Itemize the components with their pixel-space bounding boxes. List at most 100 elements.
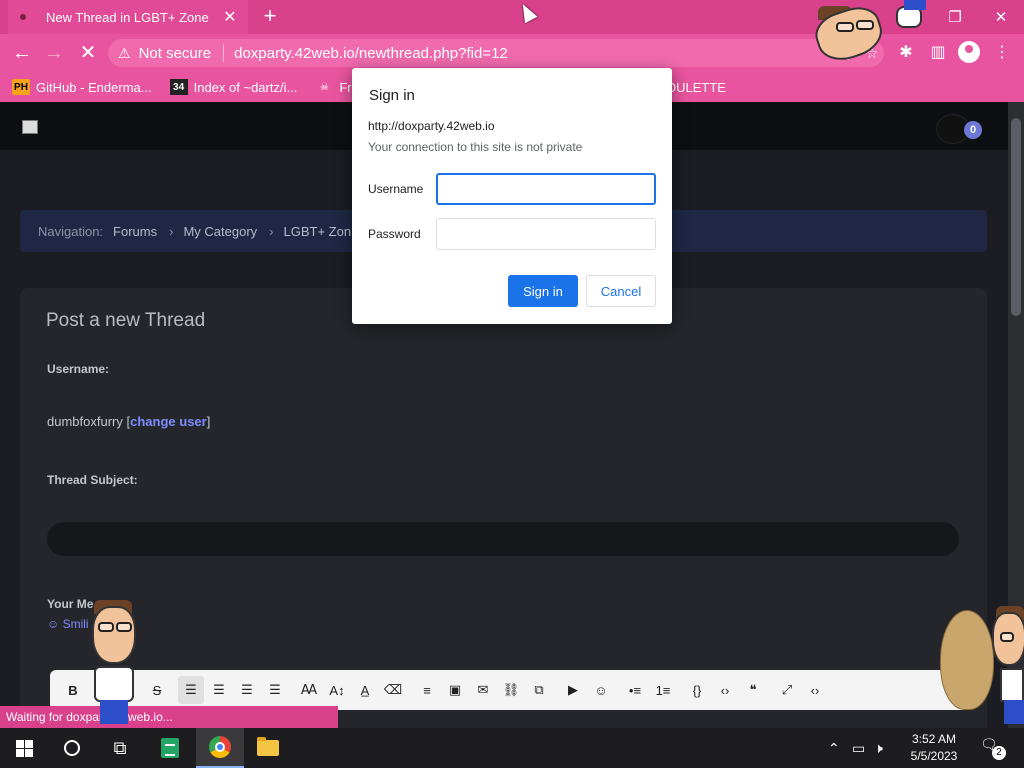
dialog-title: Sign in xyxy=(369,87,415,104)
font-icon[interactable]: Ꜳ xyxy=(296,676,322,704)
php-code-icon[interactable]: ‹› xyxy=(712,676,738,704)
numbered-list-icon[interactable]: 1≡ xyxy=(650,676,676,704)
hamster-and-man-sticker-right xyxy=(930,602,1024,728)
status-bar: Waiting for doxparty.42web.io... xyxy=(0,706,338,728)
bookmark-favicon: PH xyxy=(12,79,30,95)
folder-icon xyxy=(257,737,279,756)
chrome-taskbar-button[interactable] xyxy=(196,728,244,768)
smilies-label[interactable]: Smili xyxy=(63,617,89,631)
username-value: dumbfoxfurry xyxy=(47,414,123,429)
editor-toolbar: B I U S ☰ ☰ ☰ ☰ Ꜳ A↕ A̲ ⌫ ≡ ▣ ✉ ⛓ ⧉ ▶ ☺ … xyxy=(50,670,972,710)
address-bar[interactable]: ⚠ Not secure doxparty.42web.io/newthread… xyxy=(108,39,884,67)
image-icon[interactable]: ▣ xyxy=(442,676,468,704)
password-field-label: Password xyxy=(368,227,421,241)
broken-logo-image[interactable] xyxy=(22,120,38,134)
code-icon[interactable]: {} xyxy=(684,676,710,704)
scrollbar-thumb[interactable] xyxy=(1011,118,1021,316)
cartoon-man-sticker-top xyxy=(808,0,934,68)
change-user-link[interactable]: change user xyxy=(130,414,207,429)
sheets-taskbar-button[interactable] xyxy=(146,728,194,768)
file-explorer-taskbar-button[interactable] xyxy=(244,728,292,768)
clock-date: 5/5/2023 xyxy=(910,749,958,763)
new-tab-button[interactable]: + xyxy=(258,4,282,28)
font-size-icon[interactable]: A↕ xyxy=(324,676,350,704)
chevron-right-icon: › xyxy=(269,223,274,239)
volume-muted-icon[interactable]: 🕨 xyxy=(874,728,883,768)
chrome-icon xyxy=(209,736,231,758)
not-secure-label[interactable]: Not secure xyxy=(139,45,212,62)
bold-button[interactable]: B xyxy=(60,676,86,704)
tab-close-icon[interactable]: ✕ xyxy=(218,7,242,27)
system-clock[interactable]: 3:52 AM 5/5/2023 xyxy=(896,731,972,765)
justify-icon[interactable]: ☰ xyxy=(262,676,288,704)
align-left-icon[interactable]: ☰ xyxy=(178,676,204,704)
maximize-icon[interactable]: ⤢ xyxy=(774,676,800,704)
source-mode-icon[interactable]: ‹› xyxy=(802,676,828,704)
tab-title: New Thread in LGBT+ Zone xyxy=(46,9,209,25)
username-field[interactable] xyxy=(436,173,656,205)
emoji-icon[interactable]: ☺ xyxy=(588,676,614,704)
chevron-right-icon: › xyxy=(169,223,174,239)
sign-in-dialog: Sign in http://doxparty.42web.io Your co… xyxy=(352,68,672,324)
network-icon[interactable]: ▭ xyxy=(852,728,865,768)
browser-tab-active[interactable]: New Thread in LGBT+ Zone ✕ xyxy=(8,0,248,34)
bookmark-item[interactable]: 34 Index of ~dartz/i... xyxy=(169,79,297,95)
task-view-icon: ⧉ xyxy=(113,737,127,758)
loading-favicon xyxy=(20,14,26,20)
url-text[interactable]: doxparty.42web.io/newthread.php?fid=12 xyxy=(234,45,836,62)
show-hidden-icons-icon[interactable]: ⌃ xyxy=(828,728,840,768)
cortana-icon xyxy=(64,740,80,756)
email-icon[interactable]: ✉ xyxy=(470,676,496,704)
clock-time: 3:52 AM xyxy=(911,732,957,746)
cortana-search-button[interactable] xyxy=(48,728,96,768)
cartoon-man-sticker-left xyxy=(88,600,144,728)
forward-icon[interactable]: → xyxy=(40,40,68,66)
bookmark-label: GitHub - Enderma... xyxy=(36,79,152,95)
stop-loading-icon[interactable]: ✕ xyxy=(74,40,102,66)
breadcrumb-forum[interactable]: LGBT+ Zon xyxy=(284,224,352,239)
breadcrumb-forums[interactable]: Forums xyxy=(113,224,157,239)
new-thread-panel: Post a new Thread Username: dumbfoxfurry… xyxy=(20,288,987,728)
breadcrumb-category[interactable]: My Category xyxy=(183,224,257,239)
bookmark-label: OULETTE xyxy=(666,79,726,95)
video-icon[interactable]: ▶ xyxy=(560,676,586,704)
eraser-icon[interactable]: ⌫ xyxy=(380,676,406,704)
dialog-origin: http://doxparty.42web.io xyxy=(368,119,495,133)
bulleted-list-icon[interactable]: •≡ xyxy=(622,676,648,704)
align-right-icon[interactable]: ☰ xyxy=(234,676,260,704)
thread-subject-input[interactable] xyxy=(47,522,959,556)
message-label: Your Me xyxy=(47,597,94,611)
align-center-icon[interactable]: ☰ xyxy=(206,676,232,704)
restore-window-icon[interactable]: ❐ xyxy=(932,0,978,34)
font-color-icon[interactable]: A̲ xyxy=(352,676,378,704)
sign-in-button[interactable]: Sign in xyxy=(508,275,578,307)
horizontal-rule-icon[interactable]: ≡ xyxy=(414,676,440,704)
password-field[interactable] xyxy=(436,218,656,250)
close-window-icon[interactable]: ✕ xyxy=(978,0,1024,34)
notification-count-badge[interactable]: 0 xyxy=(964,121,982,139)
dialog-warning: Your connection to this site is not priv… xyxy=(368,140,583,154)
current-user: dumbfoxfurry [change user] xyxy=(47,414,210,429)
link-icon[interactable]: ⛓ xyxy=(498,676,524,704)
page-title: Post a new Thread xyxy=(46,310,206,331)
bookmark-favicon: 34 xyxy=(169,79,188,95)
bracket-close: ] xyxy=(206,414,211,429)
unlink-icon[interactable]: ⧉ xyxy=(526,676,552,704)
action-center-badge: 2 xyxy=(992,746,1006,760)
bookmark-item[interactable]: PH GitHub - Enderma... xyxy=(12,79,152,95)
start-button[interactable] xyxy=(0,728,48,768)
cancel-button[interactable]: Cancel xyxy=(586,275,656,307)
strikethrough-button[interactable]: S xyxy=(144,676,170,704)
task-view-button[interactable]: ⧉ xyxy=(96,728,144,768)
windows-logo-icon xyxy=(15,739,33,757)
bookmark-item[interactable]: OULETTE xyxy=(666,80,726,95)
warning-icon[interactable]: ⚠ xyxy=(118,45,131,62)
windows-taskbar: ⧉ ⌃ ▭ 🕨 3:52 AM 5/5/2023 🗨 2 xyxy=(0,728,1024,768)
smilies-link[interactable]: ☺ Smili xyxy=(47,617,89,631)
menu-kebab-icon[interactable]: ⋮ xyxy=(990,42,1014,64)
quote-icon[interactable]: ❝ xyxy=(740,676,766,704)
back-icon[interactable]: ← xyxy=(8,40,36,66)
breadcrumb-label: Navigation: xyxy=(38,223,104,239)
username-label: Username: xyxy=(47,362,110,376)
profile-icon[interactable] xyxy=(958,41,980,63)
